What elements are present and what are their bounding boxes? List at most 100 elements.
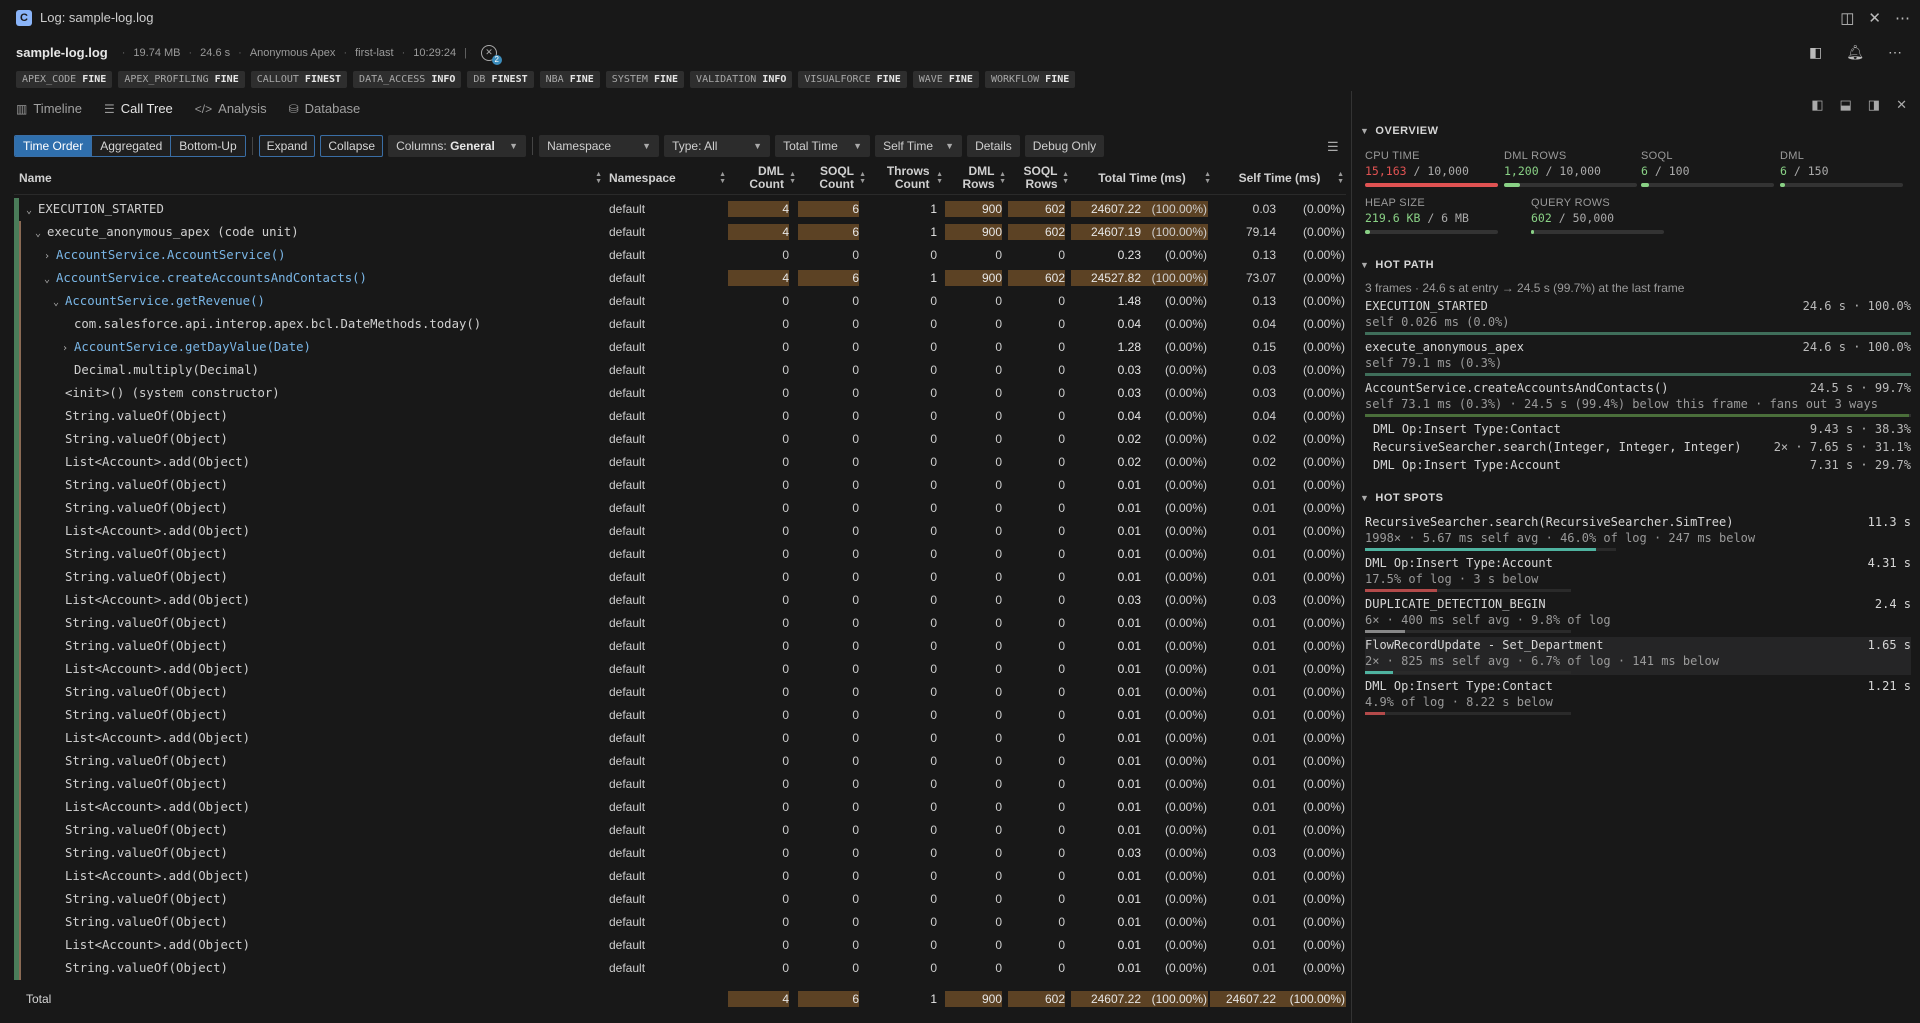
hot-spot-item[interactable]: FlowRecordUpdate - Set_Department 1.65 s 2…: [1365, 637, 1911, 675]
details-button[interactable]: Details: [967, 135, 1020, 157]
row-namespace: default: [609, 340, 646, 354]
col-dml-rows[interactable]: DML Rows ▲ ▼: [945, 161, 1008, 195]
table-row[interactable]: ⌄ AccountService.createAccountsAndContact…: [14, 267, 1346, 290]
col-self-time[interactable]: Self Time (ms) ▲ ▼: [1213, 161, 1346, 195]
table-row[interactable]: String.valueOf(Object) default 0 0 0 0 0 0.01 (0…: [14, 612, 1346, 635]
row-name[interactable]: AccountService.getRevenue(): [65, 294, 265, 308]
columns-dropdown[interactable]: Columns: General ▼: [388, 135, 527, 157]
close-panel-icon[interactable]: ✕: [1896, 97, 1907, 113]
hot-path-header[interactable]: ▼ HOT PATH: [1352, 256, 1920, 274]
table-row[interactable]: com.salesforce.api.interop.apex.bcl.Date…: [14, 313, 1346, 336]
mode-time-order-button[interactable]: Time Order: [15, 136, 93, 156]
table-row[interactable]: ⌄ AccountService.getRevenue() default 0 0 0 0 0…: [14, 290, 1346, 313]
table-row[interactable]: String.valueOf(Object) default 0 0 0 0 0 0.03 (0…: [14, 842, 1346, 865]
chevron-down-icon[interactable]: ⌄: [26, 199, 38, 221]
table-row[interactable]: String.valueOf(Object) default 0 0 0 0 0 0.04 (0…: [14, 405, 1346, 428]
table-row[interactable]: List<Account>.add(Object) default 0 0 0 0 0 0.0…: [14, 451, 1346, 474]
self-time-dropdown[interactable]: Self Time ▼: [875, 135, 963, 157]
row-gutter-depth: [19, 727, 21, 750]
tab-database[interactable]: ⛁ Database: [289, 98, 361, 120]
expand-button[interactable]: Expand: [258, 135, 316, 157]
close-icon[interactable]: ✕: [1868, 9, 1881, 27]
table-row[interactable]: List<Account>.add(Object) default 0 0 0 0 0 0.0…: [14, 658, 1346, 681]
toggle-sidebar-icon[interactable]: ◧: [1809, 44, 1822, 61]
table-row[interactable]: List<Account>.add(Object) default 0 0 0 0 0 0.0…: [14, 589, 1346, 612]
hot-path-frame[interactable]: execute_anonymous_apex 24.6 s · 100.0% sel…: [1365, 339, 1911, 376]
more-actions-icon[interactable]: ⋯: [1895, 9, 1910, 27]
total-self-time: 24607.22: [1225, 992, 1276, 1006]
table-row[interactable]: ⌄ EXECUTION_STARTED default 4 6 1 900 602 24607.…: [14, 198, 1346, 221]
layout-right-icon[interactable]: ◨: [1868, 97, 1880, 113]
hot-spot-item[interactable]: RecursiveSearcher.search(RecursiveSearch…: [1365, 514, 1911, 552]
table-row[interactable]: String.valueOf(Object) default 0 0 0 0 0 0.01 (0…: [14, 474, 1346, 497]
tab-timeline[interactable]: ▥ Timeline: [16, 98, 82, 120]
split-editor-icon[interactable]: ◫: [1840, 9, 1854, 27]
table-row[interactable]: String.valueOf(Object) default 0 0 0 0 0 0.01 (0…: [14, 911, 1346, 934]
mode-aggregated-button[interactable]: Aggregated: [92, 136, 172, 156]
col-throws-count[interactable]: Throws Count ▲ ▼: [868, 161, 945, 195]
table-row[interactable]: List<Account>.add(Object) default 0 0 0 0 0 0.0…: [14, 796, 1346, 819]
table-row[interactable]: String.valueOf(Object) default 0 0 0 0 0 0.01 (0…: [14, 957, 1346, 980]
type-dropdown[interactable]: Type: All ▼: [664, 135, 771, 157]
chevron-right-icon[interactable]: ›: [62, 337, 74, 359]
table-row[interactable]: String.valueOf(Object) default 0 0 0 0 0 0.01 (0…: [14, 819, 1346, 842]
hot-spot-item[interactable]: DML Op:Insert Type:Account 4.31 s 17.5% of…: [1365, 555, 1911, 593]
column-menu-icon[interactable]: ☰: [1327, 139, 1339, 155]
hot-path-frame[interactable]: EXECUTION_STARTED 24.6 s · 100.0% self 0.0…: [1365, 298, 1911, 335]
table-row[interactable]: List<Account>.add(Object) default 0 0 0 0 0 0.0…: [14, 727, 1346, 750]
table-row[interactable]: ⌄ execute_anonymous_apex (code unit) defau…: [14, 221, 1346, 244]
chevron-right-icon[interactable]: ›: [44, 245, 56, 267]
mode-bottom-up-button[interactable]: Bottom-Up: [171, 136, 245, 156]
row-name[interactable]: AccountService.AccountService(): [56, 248, 286, 262]
namespace-dropdown[interactable]: Namespace ▼: [539, 135, 660, 157]
col-namespace[interactable]: Namespace ▲ ▼: [609, 161, 728, 195]
level-value: FINE: [948, 74, 973, 85]
collapse-button[interactable]: Collapse: [320, 135, 384, 157]
debug-only-button[interactable]: Debug Only: [1024, 135, 1105, 157]
chevron-down-icon[interactable]: ⌄: [35, 222, 47, 244]
table-row[interactable]: String.valueOf(Object) default 0 0 0 0 0 0.01 (0…: [14, 497, 1346, 520]
table-row[interactable]: Decimal.multiply(Decimal) default 0 0 0 0 0 0.0…: [14, 359, 1346, 382]
tab-call-tree[interactable]: ☰ Call Tree: [104, 98, 173, 120]
hot-spot-item[interactable]: DUPLICATE_DETECTION_BEGIN 2.4 s 6× · 400 m…: [1365, 596, 1911, 634]
table-row[interactable]: String.valueOf(Object) default 0 0 0 0 0 0.01 (0…: [14, 566, 1346, 589]
table-row[interactable]: › AccountService.getDayValue(Date) default…: [14, 336, 1346, 359]
hot-path-child[interactable]: RecursiveSearcher.search(Integer, Intege…: [1373, 439, 1911, 455]
table-row[interactable]: String.valueOf(Object) default 0 0 0 0 0 0.01 (0…: [14, 543, 1346, 566]
level-category: DATA_ACCESS: [359, 74, 426, 85]
col-name[interactable]: Name ▲ ▼: [19, 161, 604, 195]
hot-path-child[interactable]: DML Op:Insert Type:Account 7.31 s · 29.7%: [1373, 457, 1911, 473]
col-dml-count[interactable]: DML Count ▲ ▼: [728, 161, 798, 195]
chevron-down-icon[interactable]: ⌄: [53, 291, 65, 313]
table-row[interactable]: <init>() (system constructor) default 0 0 0 0…: [14, 382, 1346, 405]
layout-left-icon[interactable]: ◧: [1811, 97, 1823, 113]
table-row[interactable]: String.valueOf(Object) default 0 0 0 0 0 0.01 (0…: [14, 635, 1346, 658]
table-row[interactable]: List<Account>.add(Object) default 0 0 0 0 0 0.0…: [14, 934, 1346, 957]
hot-spot-item[interactable]: DML Op:Insert Type:Contact 1.21 s 4.9% of …: [1365, 678, 1911, 716]
total-time-dropdown[interactable]: Total Time ▼: [775, 135, 871, 157]
table-row[interactable]: List<Account>.add(Object) default 0 0 0 0 0 0.0…: [14, 520, 1346, 543]
table-row[interactable]: List<Account>.add(Object) default 0 0 0 0 0 0.0…: [14, 865, 1346, 888]
table-row[interactable]: String.valueOf(Object) default 0 0 0 0 0 0.01 (0…: [14, 773, 1346, 796]
chevron-down-icon[interactable]: ⌄: [44, 268, 56, 290]
error-icon[interactable]: ✕ 2: [480, 44, 502, 65]
layout-bottom-icon[interactable]: ⬓: [1840, 97, 1852, 113]
hot-path-child[interactable]: DML Op:Insert Type:Contact 9.43 s · 38.3%: [1373, 421, 1911, 437]
table-row[interactable]: String.valueOf(Object) default 0 0 0 0 0 0.01 (0…: [14, 704, 1346, 727]
table-row[interactable]: String.valueOf(Object) default 0 0 0 0 0 0.01 (0…: [14, 888, 1346, 911]
col-soql-count[interactable]: SOQL Count ▲ ▼: [798, 161, 868, 195]
col-soql-rows[interactable]: SOQL Rows ▲ ▼: [1008, 161, 1071, 195]
hot-path-frame[interactable]: AccountService.createAccountsAndContacts…: [1365, 380, 1911, 417]
col-total-time[interactable]: Total Time (ms) ▲ ▼: [1071, 161, 1213, 195]
bell-icon[interactable]: 🔔︎: [1846, 44, 1864, 61]
more-icon[interactable]: ⋯: [1888, 44, 1902, 61]
table-row[interactable]: String.valueOf(Object) default 0 0 0 0 0 0.02 (0…: [14, 428, 1346, 451]
overview-header[interactable]: ▼ OVERVIEW: [1352, 122, 1920, 140]
table-row[interactable]: String.valueOf(Object) default 0 0 0 0 0 0.01 (0…: [14, 681, 1346, 704]
row-name[interactable]: AccountService.getDayValue(Date): [74, 340, 311, 354]
tab-analysis[interactable]: </> Analysis: [195, 98, 267, 120]
table-row[interactable]: String.valueOf(Object) default 0 0 0 0 0 0.01 (0…: [14, 750, 1346, 773]
row-name[interactable]: AccountService.createAccountsAndContacts…: [56, 271, 367, 285]
table-row[interactable]: › AccountService.AccountService() default 0…: [14, 244, 1346, 267]
hot-spots-header[interactable]: ▼ HOT SPOTS: [1352, 489, 1920, 507]
